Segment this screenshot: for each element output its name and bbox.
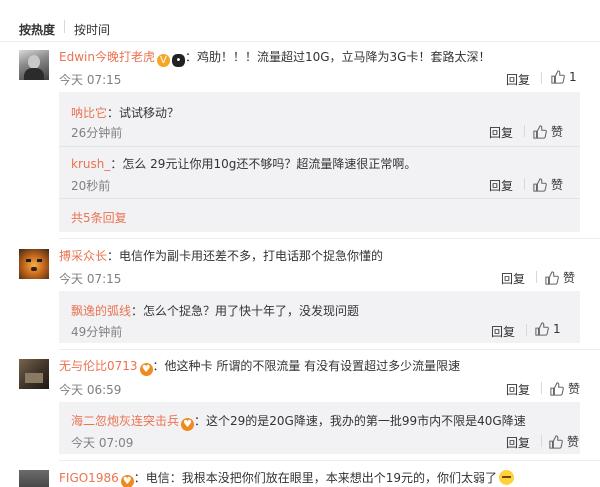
comment-username[interactable]: 无与伦比0713 xyxy=(59,359,138,373)
smug-emoji-icon xyxy=(499,470,515,485)
comment-time: 今天 06:59 xyxy=(59,383,122,397)
reply-time: 26分钟前 xyxy=(71,126,123,140)
comment-username[interactable]: 搏采众长 xyxy=(59,249,107,263)
reply-button[interactable]: 回复 xyxy=(506,434,530,451)
member-badge-icon: ♥ xyxy=(181,418,195,431)
like-button[interactable]: 赞 xyxy=(549,433,579,450)
reply-line: krush_：怎么 29元让你用10g还不够吗？超流量降速很正常啊。 xyxy=(71,155,416,172)
comment-text: ：电信作为副卡用还差不多，打电话那个捉急你懂的 xyxy=(107,249,384,263)
action-divider xyxy=(541,382,542,394)
reply-line: 飘逸的弧线：怎么个捉急？用了快十年了，没发现问题 xyxy=(71,302,359,319)
action-divider xyxy=(541,435,542,447)
comment-time: 今天 07:15 xyxy=(59,272,122,286)
member-badge-icon: ♥ xyxy=(139,363,153,376)
action-divider xyxy=(536,271,537,283)
like-label: 赞 xyxy=(567,435,580,449)
thumbs-up-icon xyxy=(550,382,564,396)
action-divider xyxy=(526,324,527,336)
like-button[interactable]: 1 xyxy=(535,322,561,336)
member-badge-icon: ♥ xyxy=(120,475,134,487)
comment-line: Edwin今晚打老虎 V • ：鸡肋！！！流量超过10G，立马降为3G卡！套路太深！ xyxy=(59,48,490,67)
sort-by-time-tab[interactable]: 按时间 xyxy=(74,21,110,38)
reply-divider xyxy=(59,198,580,199)
like-button[interactable]: 赞 xyxy=(533,123,563,140)
thumbs-up-icon xyxy=(533,178,547,192)
comment-line: FIGO1986 ♥ ：电信：我根本没把你们放在眼里，本来想出个19元的，你们太弱了 xyxy=(59,469,515,487)
thumbs-up-icon xyxy=(545,271,559,285)
reply-box: 飘逸的弧线：怎么个捉急？用了快十年了，没发现问题 49分钟前 回复 1 xyxy=(59,291,580,343)
reply-text: ：试试移动？ xyxy=(107,106,180,120)
reply-button[interactable]: 回复 xyxy=(501,270,525,287)
comment-time: 今天 07:15 xyxy=(59,73,122,87)
like-label: 赞 xyxy=(568,382,581,396)
reply-username[interactable]: 呐比它 xyxy=(71,106,107,120)
thumbs-up-icon xyxy=(549,435,563,449)
panda-icon: • xyxy=(171,54,185,67)
action-divider xyxy=(541,72,542,84)
reply-button[interactable]: 回复 xyxy=(491,323,515,340)
reply-line: 呐比它：试试移动？ xyxy=(71,104,179,121)
avatar[interactable] xyxy=(19,470,49,487)
sort-bar: 按热度 按时间 xyxy=(0,0,600,42)
like-count: 1 xyxy=(569,70,577,84)
reply-username[interactable]: krush_ xyxy=(71,157,110,171)
reply-text: ：怎么个捉急？用了快十年了，没发现问题 xyxy=(131,304,360,318)
reply-time: 今天 07:09 xyxy=(71,436,134,450)
sort-divider xyxy=(64,20,65,33)
reply-divider xyxy=(59,146,580,147)
thumbs-up-icon xyxy=(535,322,549,336)
like-button[interactable]: 赞 xyxy=(550,380,580,397)
reply-time: 20秒前 xyxy=(71,179,111,193)
comment-line: 搏采众长：电信作为副卡用还差不多，打电话那个捉急你懂的 xyxy=(59,247,383,264)
like-label: 赞 xyxy=(563,271,576,285)
reply-text: ：怎么 29元让你用10g还不够吗？超流量降速很正常啊。 xyxy=(110,157,417,171)
reply-box: 海二忽炮灰连突击兵 ♥ ：这个29的是20G降速，我办的第一批99市内不限是40G降… xyxy=(59,402,580,454)
like-button[interactable]: 赞 xyxy=(545,269,575,286)
reply-username[interactable]: 飘逸的弧线 xyxy=(71,304,131,318)
thumbs-up-icon xyxy=(533,125,547,139)
like-button[interactable]: 赞 xyxy=(533,176,563,193)
reply-button[interactable]: 回复 xyxy=(489,177,513,194)
sort-by-hot-tab[interactable]: 按热度 xyxy=(19,21,55,38)
comment-divider xyxy=(59,238,600,239)
more-replies-link[interactable]: 共5条回复 xyxy=(71,209,127,226)
avatar[interactable] xyxy=(19,359,49,389)
verified-v-icon: V xyxy=(156,54,170,67)
reply-line: 海二忽炮灰连突击兵 ♥ ：这个29的是20G降速，我办的第一批99市内不限是40G降… xyxy=(71,412,526,431)
comment-divider xyxy=(59,460,600,461)
comment-text: ：他这种卡 所谓的不限流量 有没有设置超过多少流量限速 xyxy=(152,359,461,373)
reply-text: ：这个29的是20G降速，我办的第一批99市内不限是40G降速 xyxy=(194,414,526,428)
action-divider xyxy=(524,125,525,137)
reply-button[interactable]: 回复 xyxy=(489,124,513,141)
action-divider xyxy=(524,178,525,190)
reply-button[interactable]: 回复 xyxy=(506,381,530,398)
like-count: 1 xyxy=(553,322,561,336)
comment-divider xyxy=(59,349,600,350)
reply-time: 49分钟前 xyxy=(71,325,123,339)
comment-text: ：电信：我根本没把你们放在眼里，本来想出个19元的，你们太弱了 xyxy=(133,471,498,485)
like-label: 赞 xyxy=(551,125,564,139)
comment-line: 无与伦比0713 ♥ ：他这种卡 所谓的不限流量 有没有设置超过多少流量限速 xyxy=(59,357,460,376)
comment-username[interactable]: Edwin今晚打老虎 xyxy=(59,50,155,64)
comment-username[interactable]: FIGO1986 xyxy=(59,471,119,485)
reply-username[interactable]: 海二忽炮灰连突击兵 xyxy=(71,414,179,428)
reply-button[interactable]: 回复 xyxy=(506,71,530,88)
comment-text: ：鸡肋！！！流量超过10G，立马降为3G卡！套路太深！ xyxy=(184,50,491,64)
avatar[interactable] xyxy=(19,50,49,80)
like-label: 赞 xyxy=(551,178,564,192)
avatar[interactable] xyxy=(19,249,49,279)
reply-box: 呐比它：试试移动？ 26分钟前 回复 赞 krush_：怎么 29元让你用10g… xyxy=(59,92,580,232)
like-button[interactable]: 1 xyxy=(551,70,577,84)
thumbs-up-icon xyxy=(551,70,565,84)
